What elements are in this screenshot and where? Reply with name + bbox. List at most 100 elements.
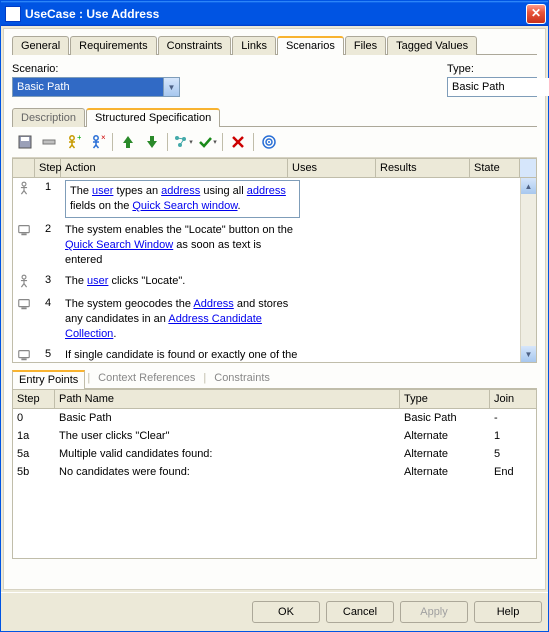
type-combo[interactable]: ▼	[447, 77, 537, 97]
step-results[interactable]	[392, 345, 486, 351]
entry-row[interactable]: 5aMultiple valid candidates found:Altern…	[13, 445, 536, 463]
step-row[interactable]: 5If single candidate is found or exactly…	[13, 345, 536, 362]
target-icon[interactable]	[258, 131, 280, 153]
step-action[interactable]: The user clicks "Locate".	[61, 271, 304, 292]
entry-step: 0	[13, 409, 55, 427]
type-input[interactable]	[448, 78, 549, 96]
tab-requirements[interactable]: Requirements	[70, 36, 156, 55]
step-uses[interactable]	[304, 220, 392, 226]
glossary-link[interactable]: user	[92, 185, 113, 197]
entry-path: Multiple valid candidates found:	[55, 445, 400, 463]
help-button[interactable]: Help	[474, 601, 542, 623]
col-step[interactable]: Step	[35, 159, 61, 177]
arrow-up-icon[interactable]	[117, 131, 139, 153]
entry-path: The user clicks "Clear"	[55, 427, 400, 445]
bottomtab-entry-points[interactable]: Entry Points	[12, 370, 85, 389]
entry-row[interactable]: 1aThe user clicks "Clear"Alternate1	[13, 427, 536, 445]
col-state[interactable]: State	[470, 159, 520, 177]
save-icon[interactable]	[14, 131, 36, 153]
new-system-step-icon[interactable]: ×	[86, 131, 108, 153]
glossary-link[interactable]: address	[247, 185, 286, 197]
new-actor-step-icon[interactable]: +	[62, 131, 84, 153]
step-action[interactable]: The system geocodes the Address and stor…	[61, 294, 304, 345]
tab-links[interactable]: Links	[232, 36, 276, 55]
col-uses[interactable]: Uses	[288, 159, 376, 177]
ok-button[interactable]: OK	[252, 601, 320, 623]
entry-type: Basic Path	[400, 409, 490, 427]
step-results[interactable]	[392, 294, 486, 300]
dialog-window: UseCase : Use Address ✕ GeneralRequireme…	[0, 0, 549, 632]
bottomtab-constraints[interactable]: Constraints	[208, 369, 276, 388]
subtab-description[interactable]: Description	[12, 108, 85, 127]
col-results[interactable]: Results	[376, 159, 470, 177]
scenario-combo[interactable]: ▼	[12, 77, 180, 97]
step-uses[interactable]	[304, 271, 392, 277]
check-dropdown-icon[interactable]: ▾	[196, 131, 218, 153]
tab-tagged-values[interactable]: Tagged Values	[387, 36, 477, 55]
steps-grid-header: Step Action Uses Results State	[13, 159, 536, 178]
glossary-link[interactable]: Address	[193, 298, 233, 310]
tool-icon[interactable]	[38, 131, 60, 153]
close-button[interactable]: ✕	[526, 4, 546, 24]
type-label: Type:	[447, 63, 537, 75]
delete-icon[interactable]	[227, 131, 249, 153]
step-action[interactable]: If single candidate is found or exactly …	[61, 345, 304, 362]
entry-path: No candidates were found:	[55, 463, 400, 481]
step-uses[interactable]	[304, 178, 392, 184]
step-row[interactable]: 1The user types an address using all add…	[13, 178, 536, 220]
dialog-button-bar: OK Cancel Apply Help	[1, 592, 548, 631]
app-icon	[5, 6, 21, 22]
subtab-structured-specification[interactable]: Structured Specification	[86, 108, 220, 127]
col-ep-path[interactable]: Path Name	[55, 390, 400, 408]
step-row[interactable]: 4The system geocodes the Address and sto…	[13, 294, 536, 345]
col-action[interactable]: Action	[61, 159, 288, 177]
tab-scenarios[interactable]: Scenarios	[277, 36, 344, 55]
step-action[interactable]: The system enables the "Locate" button o…	[61, 220, 304, 271]
steps-grid-body: 1The user types an address using all add…	[13, 178, 536, 362]
scenario-row: Scenario: ▼ Type: ▼	[12, 63, 537, 97]
col-ep-type[interactable]: Type	[400, 390, 490, 408]
scroll-down-icon[interactable]: ▼	[521, 346, 536, 362]
glossary-link[interactable]: Quick Search Window	[65, 239, 173, 251]
chevron-down-icon[interactable]: ▼	[163, 78, 179, 96]
glossary-link[interactable]: address	[161, 185, 200, 197]
actor-system-icon	[13, 220, 35, 243]
cancel-button[interactable]: Cancel	[326, 601, 394, 623]
steps-grid: Step Action Uses Results State 1The user…	[12, 158, 537, 363]
scroll-up-icon[interactable]: ▲	[521, 178, 536, 194]
bottom-tab-strip: Entry Points|Context References|Constrai…	[12, 369, 537, 389]
glossary-link[interactable]: Address Candidate Collection	[65, 313, 262, 340]
glossary-link[interactable]: Quick Search window	[132, 200, 237, 212]
vertical-scrollbar[interactable]: ▲ ▼	[520, 178, 536, 362]
glossary-link[interactable]: user	[87, 275, 108, 287]
actor-user-icon	[13, 178, 35, 201]
title-bar: UseCase : Use Address ✕	[1, 1, 548, 26]
entry-type: Alternate	[400, 427, 490, 445]
bottomtab-context-references[interactable]: Context References	[92, 369, 201, 388]
col-ep-step[interactable]: Step	[13, 390, 55, 408]
link-dropdown-icon[interactable]: ▾	[172, 131, 194, 153]
step-uses[interactable]	[304, 345, 392, 351]
step-row[interactable]: 3The user clicks "Locate".	[13, 271, 536, 294]
step-number: 1	[35, 178, 61, 196]
tab-constraints[interactable]: Constraints	[158, 36, 232, 55]
step-uses[interactable]	[304, 294, 392, 300]
tab-files[interactable]: Files	[345, 36, 386, 55]
entry-row[interactable]: 0Basic PathBasic Path-	[13, 409, 536, 427]
scroll-header	[520, 159, 536, 177]
step-action[interactable]: The user types an address using all addr…	[61, 178, 304, 220]
window-title: UseCase : Use Address	[25, 7, 159, 21]
entry-type: Alternate	[400, 463, 490, 481]
step-results[interactable]	[392, 271, 486, 277]
step-results[interactable]	[392, 220, 486, 226]
entry-row[interactable]: 5bNo candidates were found:AlternateEnd	[13, 463, 536, 481]
scenario-input[interactable]	[13, 78, 163, 96]
apply-button[interactable]: Apply	[400, 601, 468, 623]
step-results[interactable]	[392, 178, 486, 184]
entry-grid-body: 0Basic PathBasic Path-1aThe user clicks …	[13, 409, 536, 481]
step-row[interactable]: 2The system enables the "Locate" button …	[13, 220, 536, 271]
tab-general[interactable]: General	[12, 36, 69, 55]
arrow-down-icon[interactable]	[141, 131, 163, 153]
entry-step: 5b	[13, 463, 55, 481]
col-ep-join[interactable]: Join	[490, 390, 536, 408]
